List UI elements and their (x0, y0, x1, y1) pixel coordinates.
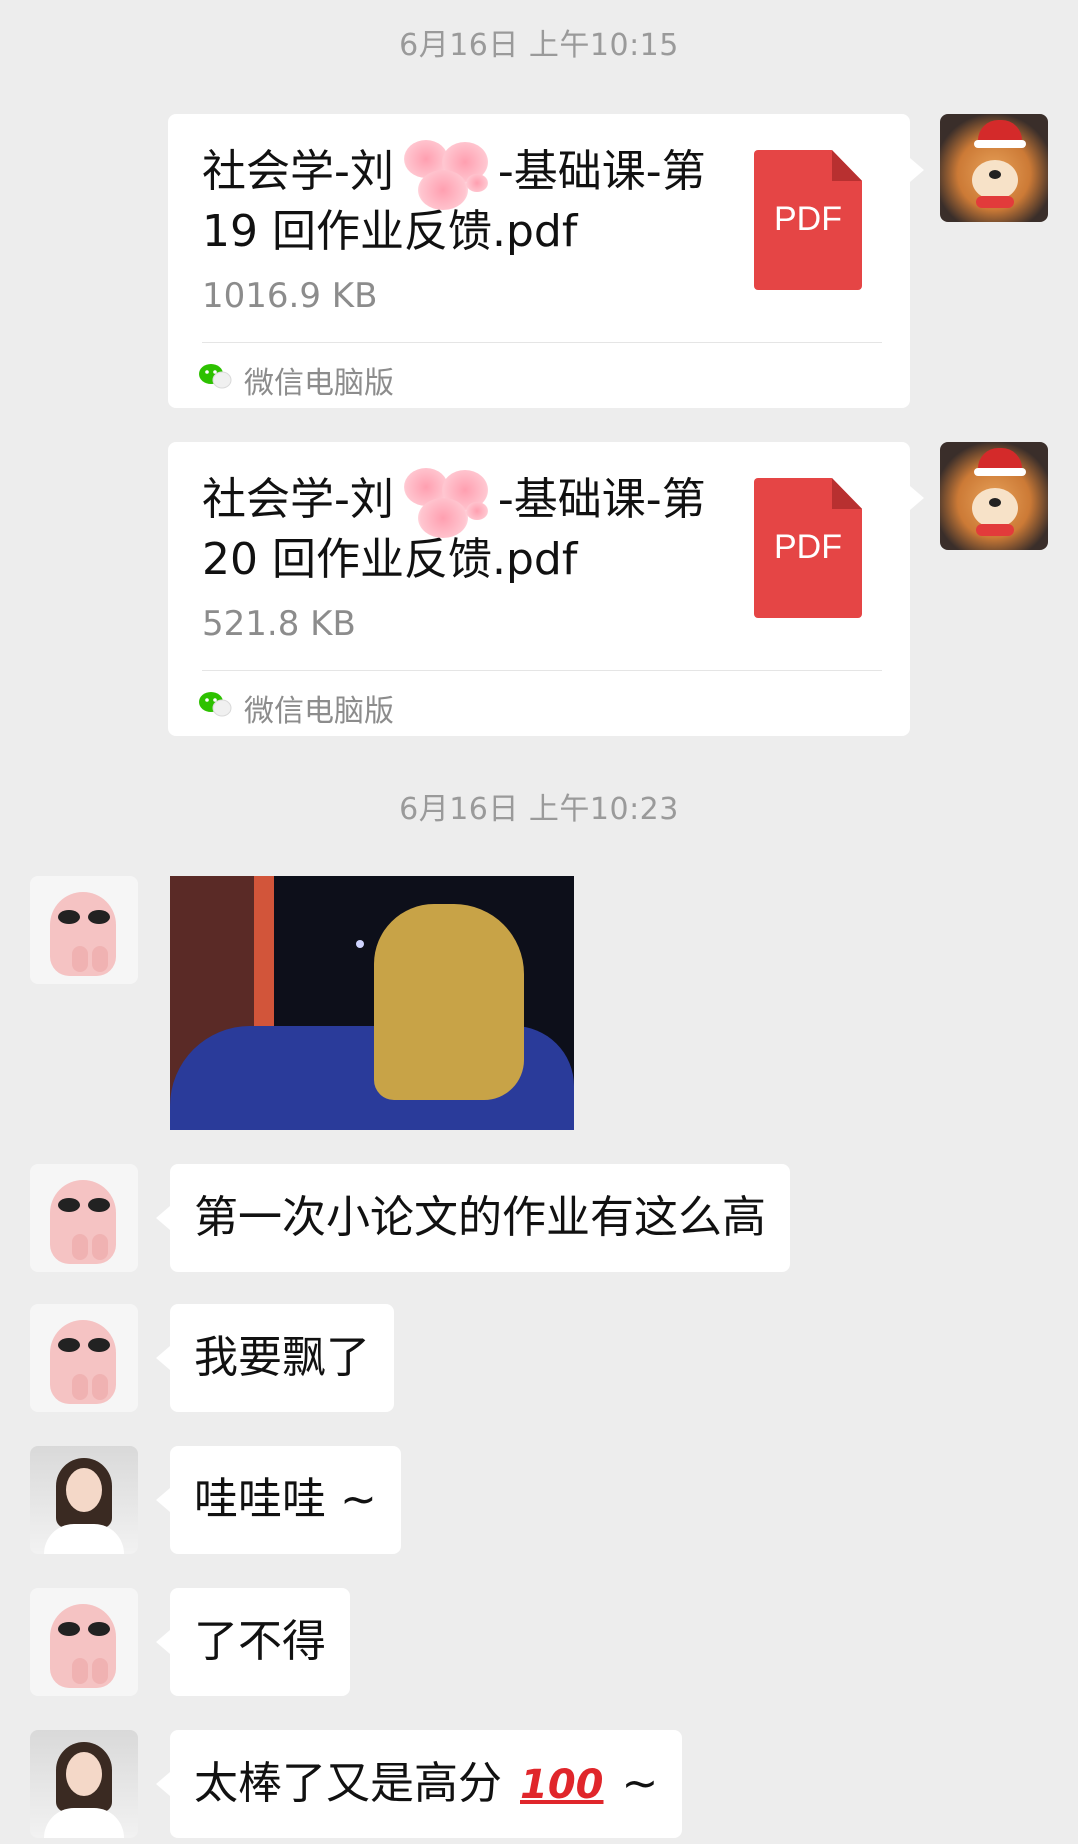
message-bubble[interactable]: 太棒了又是高分 100 ~ (155, 1730, 683, 1838)
contact-avatar[interactable] (30, 1446, 138, 1554)
contact-avatar[interactable] (30, 1730, 138, 1838)
contact-avatar[interactable] (30, 1588, 138, 1696)
message-text: ~ (621, 1758, 659, 1809)
image-message[interactable] (170, 876, 574, 1130)
file-name-start: 社会学-刘 (202, 146, 394, 197)
pdf-icon-label: PDF (774, 528, 842, 566)
file-name-start: 社会学-刘 (202, 474, 394, 525)
redaction-sticker (396, 140, 496, 210)
message-bubble[interactable]: 第一次小论文的作业有这么高 (156, 1164, 790, 1272)
pdf-fold-icon (832, 478, 862, 509)
my-avatar[interactable] (940, 442, 1048, 550)
file-message[interactable]: 社会学-刘 -基础课-第20 回作业反馈.pdf 521.8 KB PDF 微信电… (168, 442, 924, 736)
hundred-points-emoji: 100 (520, 1762, 604, 1808)
wechat-icon (199, 692, 232, 717)
timestamp: 6月16日 上午10:23 (399, 792, 679, 827)
contact-avatar[interactable] (30, 1164, 138, 1272)
contact-avatar[interactable] (30, 876, 138, 984)
file-source-label: 微信电脑版 (244, 366, 394, 401)
file-name: 社会学-刘 -基础课-第20 回作业反馈.pdf (202, 468, 722, 590)
message-bubble[interactable]: 哇哇哇 ~ (156, 1446, 401, 1554)
wechat-icon (199, 364, 232, 389)
timestamp: 6月16日 上午10:15 (399, 28, 679, 63)
message-bubble[interactable]: 我要飘了 (156, 1304, 394, 1412)
divider (202, 342, 882, 343)
message-bubble[interactable]: 了不得 (156, 1588, 350, 1696)
redaction-sticker (396, 468, 496, 538)
file-message[interactable]: 社会学-刘 -基础课-第19 回作业反馈.pdf 1016.9 KB PDF 微信… (168, 114, 924, 408)
file-size: 1016.9 KB (202, 276, 378, 316)
pdf-fold-icon (832, 150, 862, 181)
pdf-icon-label: PDF (774, 200, 842, 238)
contact-avatar[interactable] (30, 1304, 138, 1412)
file-source-label: 微信电脑版 (244, 694, 394, 729)
file-name: 社会学-刘 -基础课-第19 回作业反馈.pdf (202, 140, 722, 262)
file-size: 521.8 KB (202, 604, 356, 644)
message-text: 太棒了又是高分 (194, 1758, 502, 1809)
my-avatar[interactable] (940, 114, 1048, 222)
divider (202, 670, 882, 671)
